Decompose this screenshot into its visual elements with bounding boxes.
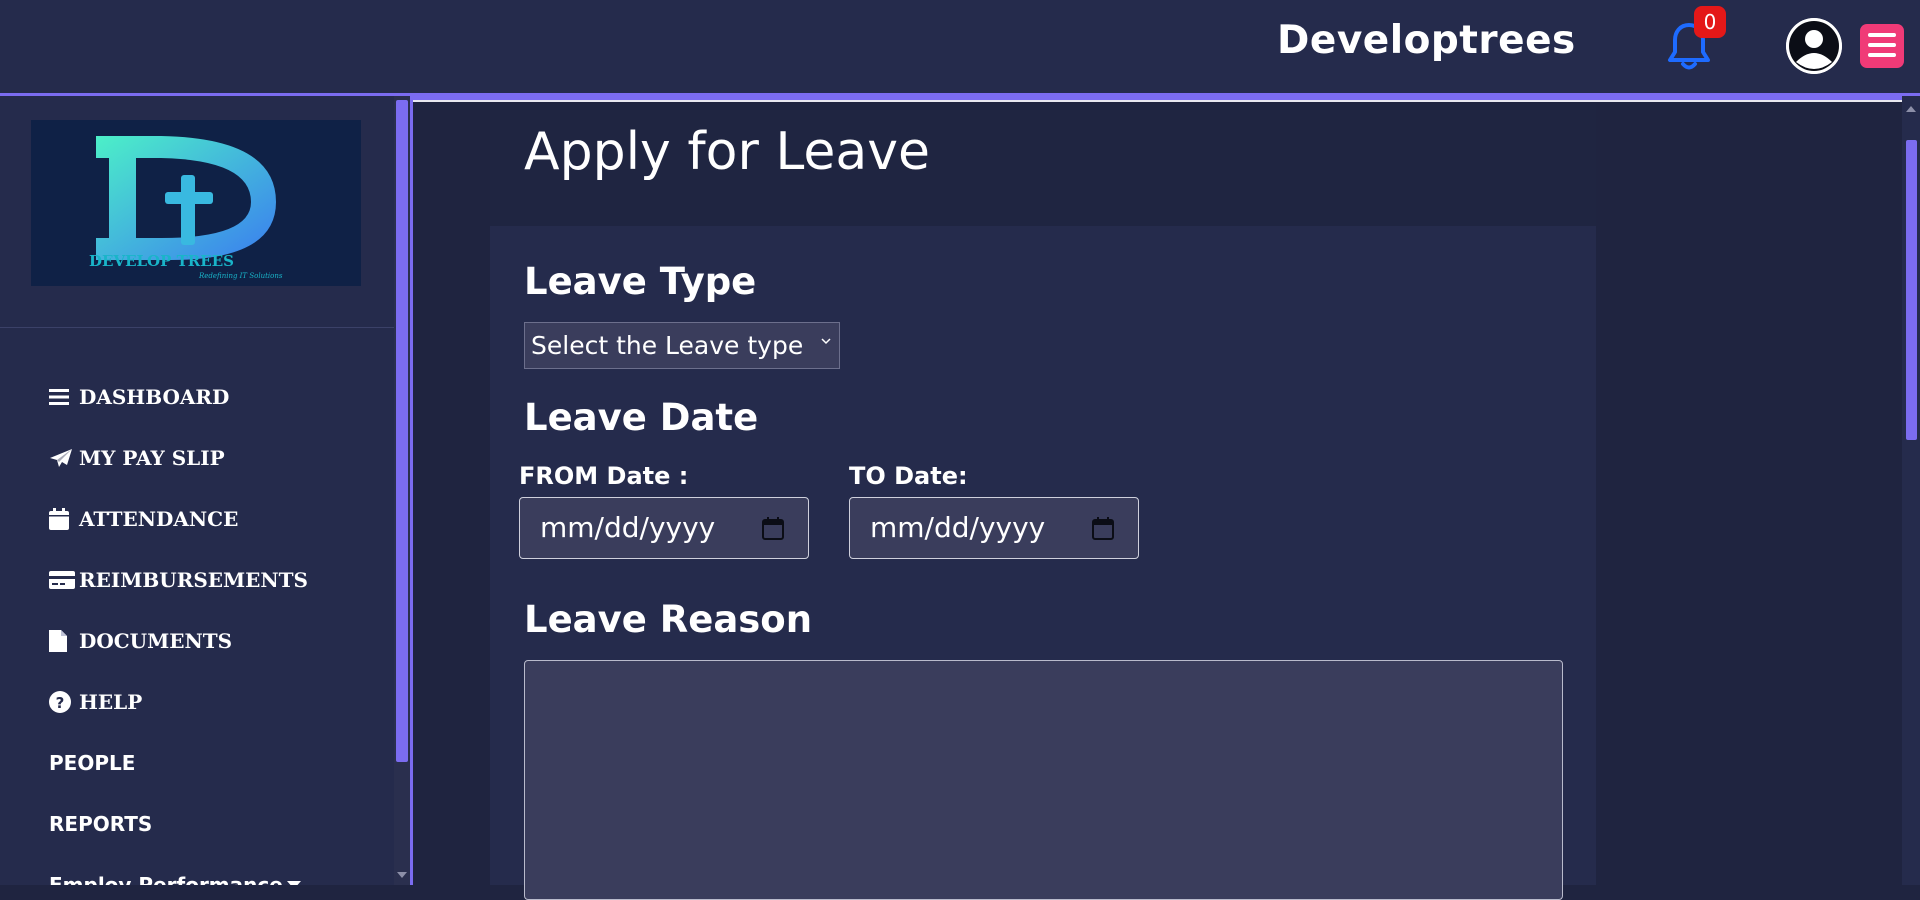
to-date-input[interactable]: mm/dd/yyyy xyxy=(849,497,1139,559)
scroll-up-arrow-icon[interactable] xyxy=(1906,106,1916,112)
sidebar-item-dashboard[interactable]: DASHBOARD xyxy=(0,366,390,427)
app-title: Developtrees xyxy=(1277,18,1576,63)
top-bar: Developtrees 0 xyxy=(0,0,1920,96)
sidebar-item-label: HELP xyxy=(79,689,143,714)
leave-reason-textarea[interactable] xyxy=(524,660,1563,900)
page-title: Apply for Leave xyxy=(524,122,931,182)
sidebar-nav: DASHBOARD MY PAY SLIP ATTENDANCE REIMBUR… xyxy=(0,366,390,885)
paper-plane-icon xyxy=(49,447,75,469)
content-background xyxy=(1596,104,1902,885)
notification-badge: 0 xyxy=(1694,6,1726,38)
sidebar-item-reimbursements[interactable]: REIMBURSEMENTS xyxy=(0,549,390,610)
to-date-label: TO Date: xyxy=(849,462,968,490)
leave-type-select[interactable]: Select the Leave type xyxy=(524,322,840,369)
menu-button[interactable] xyxy=(1860,24,1904,68)
sidebar-item-label: REPORTS xyxy=(49,811,153,836)
menu-icon xyxy=(1868,33,1896,37)
sidebar-item-people[interactable]: PEOPLE xyxy=(0,732,390,793)
calendar-picker-icon[interactable] xyxy=(1092,516,1114,540)
sidebar-item-documents[interactable]: DOCUMENTS xyxy=(0,610,390,671)
sidebar-item-help[interactable]: ? HELP xyxy=(0,671,390,732)
sidebar-border xyxy=(410,96,413,885)
from-date-label: FROM Date : xyxy=(519,462,689,490)
calendar-picker-icon[interactable] xyxy=(762,516,784,540)
sidebar: DEVELOP TREES Redefining IT Solutions DA… xyxy=(0,96,395,885)
sidebar-item-employ-performance[interactable]: Employ Performance xyxy=(0,854,390,885)
card-header: Apply for Leave xyxy=(490,104,1596,226)
logo-tagline: Redefining IT Solutions xyxy=(198,272,283,280)
from-date-input[interactable]: mm/dd/yyyy xyxy=(519,497,809,559)
from-date-placeholder: mm/dd/yyyy xyxy=(540,511,716,544)
logo-wordmark: DEVELOP TREES xyxy=(89,252,234,270)
sidebar-item-label: Employ Performance xyxy=(49,872,283,886)
leave-type-label: Leave Type xyxy=(524,260,757,303)
calendar-icon xyxy=(49,507,75,530)
sidebar-scrollbar-thumb[interactable] xyxy=(396,100,408,762)
bars-icon xyxy=(49,386,75,408)
caret-down-icon xyxy=(286,880,301,885)
main-scrollbar-thumb[interactable] xyxy=(1906,140,1917,440)
to-date-placeholder: mm/dd/yyyy xyxy=(870,511,1046,544)
chevron-down-icon xyxy=(821,338,831,345)
question-circle-icon: ? xyxy=(49,690,75,713)
scroll-down-arrow-icon[interactable] xyxy=(397,872,407,878)
sidebar-divider xyxy=(0,327,395,328)
sidebar-item-my-pay-slip[interactable]: MY PAY SLIP xyxy=(0,427,390,488)
sidebar-item-label: DASHBOARD xyxy=(79,384,230,409)
sidebar-item-label: REIMBURSEMENTS xyxy=(79,567,309,592)
leave-date-label: Leave Date xyxy=(524,396,759,439)
credit-card-icon xyxy=(49,569,75,591)
sidebar-item-label: PEOPLE xyxy=(49,750,136,775)
sidebar-item-label: ATTENDANCE xyxy=(79,506,239,531)
sidebar-item-attendance[interactable]: ATTENDANCE xyxy=(0,488,390,549)
leave-type-value: Select the Leave type xyxy=(531,331,804,360)
content-divider xyxy=(413,100,1902,102)
svg-text:?: ? xyxy=(56,694,65,712)
leave-reason-label: Leave Reason xyxy=(524,598,813,641)
user-avatar-icon[interactable] xyxy=(1786,18,1842,74)
sidebar-item-label: MY PAY SLIP xyxy=(79,445,225,470)
file-icon xyxy=(49,629,75,652)
company-logo: DEVELOP TREES Redefining IT Solutions xyxy=(31,120,361,286)
sidebar-item-reports[interactable]: REPORTS xyxy=(0,793,390,854)
sidebar-item-label: DOCUMENTS xyxy=(79,628,233,653)
